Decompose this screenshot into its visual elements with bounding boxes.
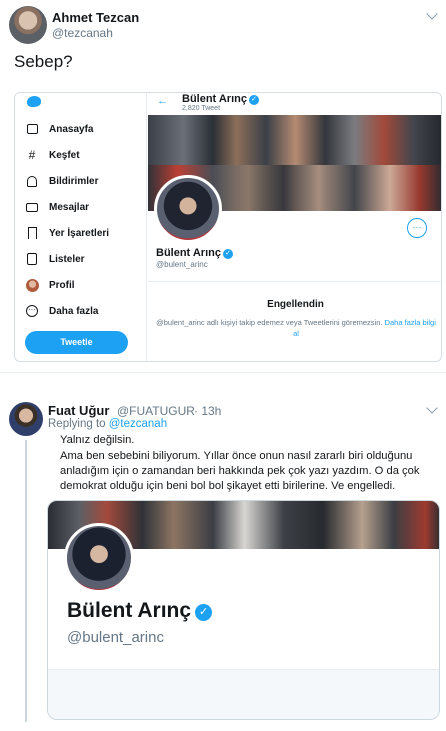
blocked-title: Engellendin xyxy=(267,299,324,310)
chevron-down-icon[interactable] xyxy=(426,8,438,20)
sidebar-item-label: Yer İşaretleri xyxy=(49,227,110,239)
embedded-screenshot: Anasayfa # Keşfet Bildirimler Mesajlar Y… xyxy=(14,92,442,362)
profile-header-name: Bülent Arınç ✓ xyxy=(182,93,259,105)
tweet-text-line: anladığım için o zamandan beri hakkında … xyxy=(60,465,420,477)
sidebar-item-profile[interactable]: Profil xyxy=(25,275,75,295)
chevron-down-icon[interactable] xyxy=(426,402,438,414)
tweet-text-line: Yalnız değilsin. xyxy=(60,434,135,446)
sidebar-item-explore[interactable]: # Keşfet xyxy=(25,145,80,165)
bell-icon xyxy=(25,174,39,188)
avatar[interactable] xyxy=(9,6,47,44)
author-handle[interactable]: @FUATUGUR xyxy=(117,404,195,418)
thread-line xyxy=(25,440,27,722)
sidebar-item-label: Anasayfa xyxy=(49,123,94,135)
author-name[interactable]: Ahmet Tezcan xyxy=(52,10,139,25)
avatar[interactable] xyxy=(9,402,43,436)
sidebar: Anasayfa # Keşfet Bildirimler Mesajlar Y… xyxy=(15,93,147,361)
blocked-description: @bulent_arinc adlı kişiyi takip edemez v… xyxy=(156,318,436,338)
sidebar-item-label: Keşfet xyxy=(49,149,80,161)
sidebar-item-notifications[interactable]: Bildirimler xyxy=(25,171,98,191)
sidebar-item-label: Bildirimler xyxy=(49,175,99,187)
more-options-button[interactable]: ··· xyxy=(407,218,427,238)
tweet-count: 2,820 Tweet xyxy=(182,105,221,112)
sidebar-item-messages[interactable]: Mesajlar xyxy=(25,197,89,217)
sidebar-item-bookmarks[interactable]: Yer İşaretleri xyxy=(25,223,109,243)
profile-handle: @bulent_arinc xyxy=(156,260,208,269)
profile-icon xyxy=(25,278,39,292)
verified-icon: ✓ xyxy=(223,249,233,259)
profile-panel: ← Bülent Arınç ✓ 2,820 Tweet ··· Bülent A… xyxy=(148,93,441,361)
home-icon xyxy=(25,122,39,136)
profile-card-image[interactable]: Bülent Arınç ✓ @bulent_arinc xyxy=(47,500,440,720)
sidebar-item-home[interactable]: Anasayfa xyxy=(25,119,93,139)
sidebar-item-label: Mesajlar xyxy=(49,201,90,213)
bookmark-icon xyxy=(25,226,39,240)
tweet-button[interactable]: Tweetle xyxy=(25,331,128,354)
verified-icon: ✓ xyxy=(249,95,259,105)
profile-avatar xyxy=(64,523,134,593)
divider xyxy=(0,372,446,373)
tweet-text: Sebep? xyxy=(14,52,73,71)
sidebar-item-lists[interactable]: Listeler xyxy=(25,249,85,269)
sidebar-item-label: Profil xyxy=(49,279,75,291)
reply-handle-link[interactable]: @tezcanah xyxy=(109,418,167,430)
twitter-bird-icon[interactable] xyxy=(27,96,41,107)
back-arrow-icon[interactable]: ← xyxy=(157,95,168,107)
tweet-ahmet: Ahmet Tezcan @tezcanah Sebep? Anasayfa #… xyxy=(0,0,446,372)
profile-name: Bülent Arınç ✓ xyxy=(67,599,213,623)
author-handle[interactable]: @tezcanah xyxy=(52,26,113,40)
sidebar-item-label: Listeler xyxy=(49,253,85,265)
author-name[interactable]: Fuat Uğur xyxy=(48,403,109,418)
tweet-text-line: demokrat olduğu için beni bol bol şikaye… xyxy=(60,480,396,492)
profile-handle: @bulent_arinc xyxy=(67,629,164,646)
card-footer xyxy=(48,669,439,719)
profile-name: Bülent Arınç ✓ xyxy=(156,247,233,259)
blocked-notice: Engellendin @bulent_arinc adlı kişiyi ta… xyxy=(148,281,441,361)
sidebar-item-label: Daha fazla xyxy=(49,305,99,317)
verified-icon: ✓ xyxy=(195,604,213,621)
sidebar-item-more[interactable]: ··· Daha fazla xyxy=(25,301,98,321)
tweet-text-line: Ama ben sebebini biliyorum. Yıllar önce … xyxy=(60,450,413,462)
more-icon: ··· xyxy=(25,304,39,318)
replying-to: Replying to @tezcanah xyxy=(48,418,168,430)
mail-icon xyxy=(25,200,39,214)
hash-icon: # xyxy=(28,148,36,162)
list-icon xyxy=(25,252,39,266)
tweet-time[interactable]: · 13h xyxy=(194,404,221,418)
profile-avatar[interactable] xyxy=(154,175,222,243)
